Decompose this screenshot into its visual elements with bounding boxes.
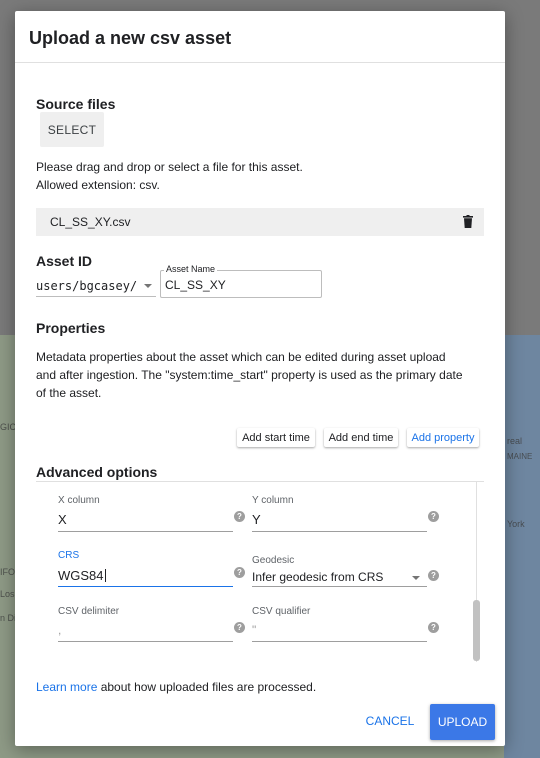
upload-button[interactable]: UPLOAD — [430, 704, 495, 740]
csv-qualifier-label: CSV qualifier — [252, 606, 311, 617]
asset-name-value: CL_SS_XY — [165, 278, 226, 292]
properties-description-line: Metadata properties about the asset whic… — [36, 350, 446, 364]
map-label: Los — [0, 589, 15, 599]
advanced-options-heading: Advanced options — [36, 464, 158, 480]
properties-description-line: and after ingestion. The "system:time_st… — [36, 368, 463, 382]
source-files-heading: Source files — [36, 96, 116, 112]
drag-drop-help-text: Please drag and drop or select a file fo… — [36, 160, 303, 174]
title-divider — [15, 62, 505, 63]
map-label: GIC — [0, 422, 17, 432]
add-start-time-button[interactable]: Add start time — [237, 428, 315, 447]
asset-name-label: Asset Name — [164, 264, 218, 274]
help-icon[interactable]: ? — [234, 567, 245, 578]
asset-name-input[interactable]: Asset Name CL_SS_XY — [160, 264, 322, 298]
map-label: York — [507, 519, 525, 529]
asset-id-heading: Asset ID — [36, 253, 93, 269]
csv-qualifier-underline — [252, 641, 427, 642]
map-label: real — [507, 436, 523, 446]
crs-label: CRS — [58, 550, 80, 561]
help-icon[interactable]: ? — [428, 570, 439, 581]
dialog-title: Upload a new csv asset — [29, 28, 232, 48]
y-column-label: Y column — [252, 495, 294, 506]
geodesic-label: Geodesic — [252, 555, 295, 566]
learn-more-link[interactable]: Learn more — [36, 680, 97, 694]
help-icon[interactable]: ? — [234, 622, 245, 633]
crs-value: WGS84 — [58, 568, 104, 583]
x-column-input[interactable]: X — [58, 512, 67, 527]
select-file-button[interactable]: SELECT — [40, 112, 104, 147]
x-column-underline — [58, 531, 233, 532]
trash-icon[interactable] — [463, 215, 473, 228]
map-label: IFO — [0, 567, 15, 577]
allowed-extension-text: Allowed extension: csv. — [36, 178, 160, 192]
advanced-options-panel: X column X ? Y column Y ? CRS WGS84 ? Ge… — [36, 481, 484, 664]
crs-input[interactable]: WGS84 — [58, 568, 106, 583]
selected-file-row: CL_SS_XY.csv — [36, 208, 484, 236]
add-property-button[interactable]: Add property — [407, 428, 479, 447]
cancel-button[interactable]: CANCEL — [360, 710, 420, 732]
map-label: n Di — [0, 613, 17, 623]
add-end-time-button[interactable]: Add end time — [324, 428, 398, 447]
asset-path-underline — [36, 296, 156, 297]
help-icon[interactable]: ? — [428, 622, 439, 633]
geodesic-select[interactable]: Infer geodesic from CRS — [252, 570, 383, 584]
x-column-label: X column — [58, 495, 100, 506]
csv-delimiter-input[interactable]: , — [58, 623, 61, 637]
properties-heading: Properties — [36, 320, 106, 336]
properties-description-line: of the asset. — [36, 386, 102, 400]
map-water — [504, 335, 540, 758]
upload-csv-dialog: Upload a new csv asset Source files SELE… — [15, 11, 505, 746]
csv-delimiter-label: CSV delimiter — [58, 606, 120, 617]
chevron-down-icon — [412, 576, 420, 580]
y-column-underline — [252, 531, 427, 532]
chevron-down-icon — [144, 284, 152, 288]
y-column-input[interactable]: Y — [252, 512, 261, 527]
crs-underline — [58, 586, 233, 587]
file-name: CL_SS_XY.csv — [50, 215, 131, 229]
learn-more-text: Learn more about how uploaded files are … — [36, 680, 316, 694]
help-icon[interactable]: ? — [234, 511, 245, 522]
text-cursor — [104, 569, 106, 582]
map-label: MAINE — [507, 452, 533, 461]
asset-path-select[interactable]: users/bgcasey/ — [36, 279, 137, 293]
csv-qualifier-input[interactable]: " — [252, 623, 256, 637]
learn-more-rest: about how uploaded files are processed. — [97, 680, 317, 694]
geodesic-underline — [252, 586, 427, 587]
csv-delimiter-underline — [58, 641, 233, 642]
help-icon[interactable]: ? — [428, 511, 439, 522]
